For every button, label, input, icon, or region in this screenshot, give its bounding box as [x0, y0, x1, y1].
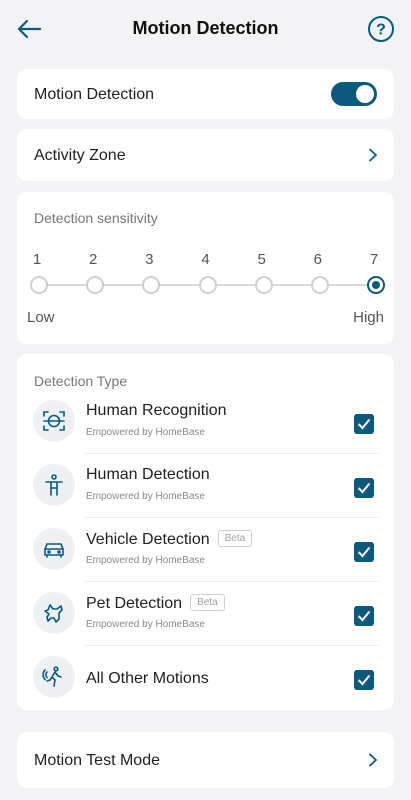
detection-row-human-recognition[interactable]: Human Recognition Empowered by HomeBase	[33, 390, 378, 454]
detection-name: All Other Motions	[86, 670, 209, 687]
help-icon[interactable]: ?	[367, 15, 395, 43]
motion-detection-label: Motion Detection	[34, 86, 155, 103]
high-label: High	[353, 309, 384, 326]
sensitivity-level-label: 7	[369, 251, 379, 268]
detection-name: Human Recognition	[86, 402, 227, 419]
motion-test-mode-row[interactable]: Motion Test Mode	[17, 732, 394, 788]
sensitivity-level-label: 2	[88, 251, 98, 268]
detection-row-human-detection[interactable]: Human Detection Empowered by HomeBase	[33, 454, 378, 518]
all-other-motions-checkbox[interactable]	[354, 670, 374, 690]
beta-badge: Beta	[217, 530, 253, 547]
motion-test-mode-label: Motion Test Mode	[34, 752, 160, 769]
top-bar: Motion Detection ?	[0, 0, 411, 60]
pet-icon	[33, 592, 75, 634]
vehicle-detection-checkbox[interactable]	[354, 542, 374, 562]
sensitivity-level-7[interactable]	[367, 276, 385, 294]
detection-type-title: Detection Type	[34, 373, 128, 389]
detection-subtitle: Empowered by HomeBase	[86, 555, 205, 566]
toggle-knob	[356, 85, 374, 103]
beta-badge: Beta	[190, 594, 225, 611]
sensitivity-level-label: 1	[32, 251, 42, 268]
motion-detection-card: Motion Detection	[17, 69, 394, 119]
detection-type-card: Detection Type Human Recognition Empower…	[17, 354, 394, 710]
sensitivity-level-4[interactable]	[198, 276, 217, 294]
sensitivity-level-label: 4	[201, 251, 210, 268]
pet-detection-checkbox[interactable]	[354, 606, 374, 626]
sensitivity-level-2[interactable]	[86, 276, 105, 294]
human-detection-checkbox[interactable]	[354, 478, 374, 498]
sensitivity-level-label: 3	[145, 251, 154, 268]
sensitivity-level-5[interactable]	[254, 276, 273, 294]
sensitivity-level-label: 5	[257, 251, 266, 268]
human-recognition-checkbox[interactable]	[354, 414, 374, 434]
detection-name: Pet Detection Beta	[86, 594, 225, 613]
activity-zone-label: Activity Zone	[34, 147, 126, 164]
sensitivity-card: Detection sensitivity 1 2 3 4 5 6 7 Low High	[17, 192, 394, 344]
chevron-right-icon	[369, 148, 377, 162]
low-label: Low	[27, 309, 55, 326]
detection-row-pet-detection[interactable]: Pet Detection Beta Empowered by HomeBase	[33, 582, 378, 646]
detection-name: Vehicle Detection Beta	[86, 530, 253, 549]
activity-zone-row[interactable]: Activity Zone	[17, 129, 394, 181]
detection-row-vehicle-detection[interactable]: Vehicle Detection Beta Empowered by HomeB…	[33, 518, 378, 582]
detection-name-text: Vehicle Detection	[86, 531, 210, 548]
sensitivity-level-3[interactable]	[142, 276, 161, 294]
sensitivity-level-6[interactable]	[310, 276, 329, 294]
detection-name: Human Detection	[86, 466, 210, 483]
car-icon	[33, 528, 75, 570]
motion-detection-toggle[interactable]	[331, 82, 377, 106]
detection-row-all-other-motions[interactable]: All Other Motions	[33, 646, 378, 710]
motion-icon	[33, 656, 75, 698]
person-icon	[33, 464, 75, 506]
face-scan-icon	[33, 400, 75, 442]
detection-subtitle: Empowered by HomeBase	[86, 427, 205, 438]
sensitivity-title: Detection sensitivity	[34, 210, 158, 226]
chevron-right-icon	[369, 753, 377, 767]
svg-text:?: ?	[376, 22, 386, 39]
sensitivity-level-label: 6	[313, 251, 322, 268]
page-title: Motion Detection	[132, 18, 279, 38]
detection-subtitle: Empowered by HomeBase	[86, 491, 205, 502]
detection-name-text: Pet Detection	[86, 595, 183, 612]
sensitivity-level-1[interactable]	[30, 276, 48, 294]
detection-subtitle: Empowered by HomeBase	[86, 619, 205, 630]
